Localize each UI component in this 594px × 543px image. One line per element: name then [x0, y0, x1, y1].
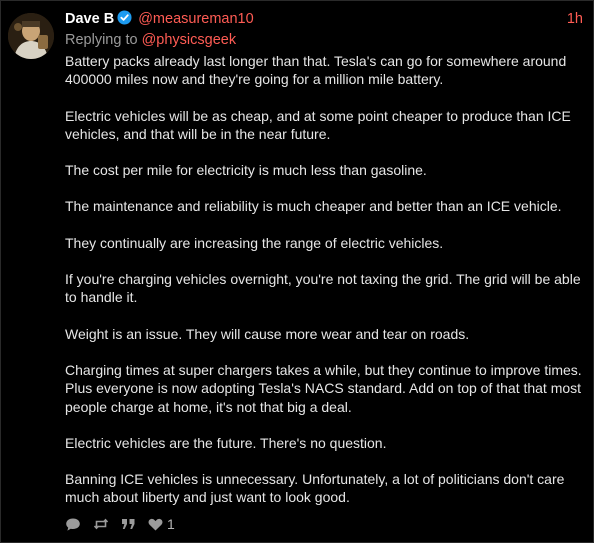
repost-icon [93, 518, 109, 530]
post-paragraph: The cost per mile for electricity is muc… [65, 162, 427, 179]
reply-prefix: Replying to [65, 32, 138, 48]
quote-button[interactable] [121, 518, 136, 530]
post-paragraph: Charging times at super chargers takes a… [65, 361, 582, 415]
post-paragraph: If you're charging vehicles overnight, y… [65, 271, 581, 306]
post-paragraph: They continually are increasing the rang… [65, 234, 444, 251]
author-handle[interactable]: @measureman10 [138, 11, 253, 27]
post-paragraph: Electric vehicles will be as cheap, and … [65, 107, 571, 142]
author-name[interactable]: Dave B [65, 11, 114, 27]
post-actions: 1 [65, 514, 187, 534]
post-paragraph: Banning ICE vehicles is unnecessary. Unf… [65, 471, 565, 506]
reply-context: Replying to @physicsgeek [65, 31, 236, 49]
post-paragraph: Electric vehicles are the future. There'… [65, 434, 387, 451]
repost-button[interactable] [93, 517, 109, 531]
heart-icon [148, 518, 163, 530]
post-timestamp[interactable]: 1h [567, 10, 583, 28]
reply-mention-link[interactable]: @physicsgeek [142, 32, 237, 48]
like-count: 1 [167, 516, 175, 532]
like-button[interactable]: 1 [148, 516, 175, 532]
quote-icon [122, 519, 135, 529]
reply-button[interactable] [65, 517, 81, 532]
post-header: Dave B @measureman10 1h [65, 10, 583, 30]
post-paragraph: The maintenance and reliability is much … [65, 198, 562, 215]
post-paragraph: Battery packs already last longer than t… [65, 53, 567, 88]
post-paragraph: Weight is an issue. They will cause more… [65, 325, 470, 342]
speech-bubble-icon [66, 518, 80, 531]
avatar[interactable] [8, 13, 54, 59]
verified-badge-icon [117, 10, 132, 30]
post-body: Battery packs already last longer than t… [65, 52, 587, 525]
post-card: Dave B @measureman10 1h Replying to @phy… [0, 0, 594, 543]
avatar-image [8, 13, 54, 59]
